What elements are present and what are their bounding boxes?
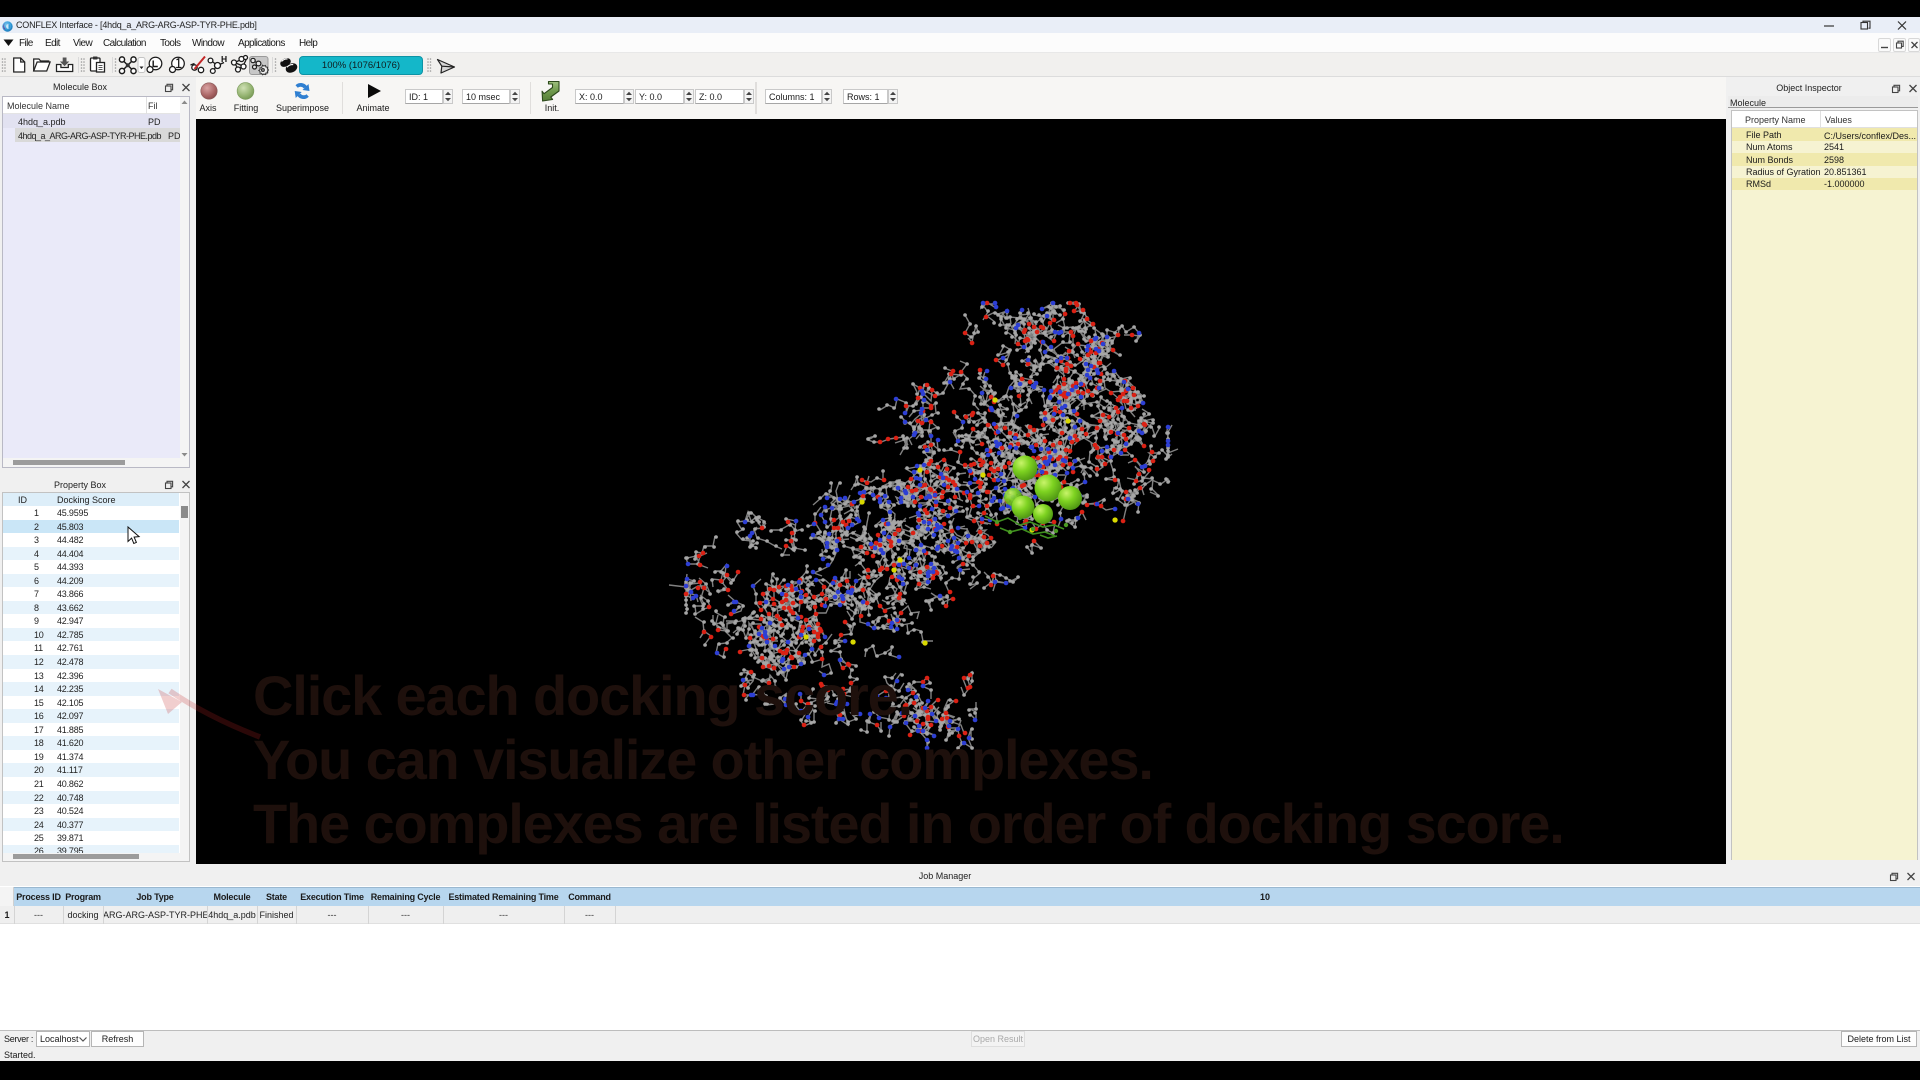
svg-text:H: H [221,54,227,64]
